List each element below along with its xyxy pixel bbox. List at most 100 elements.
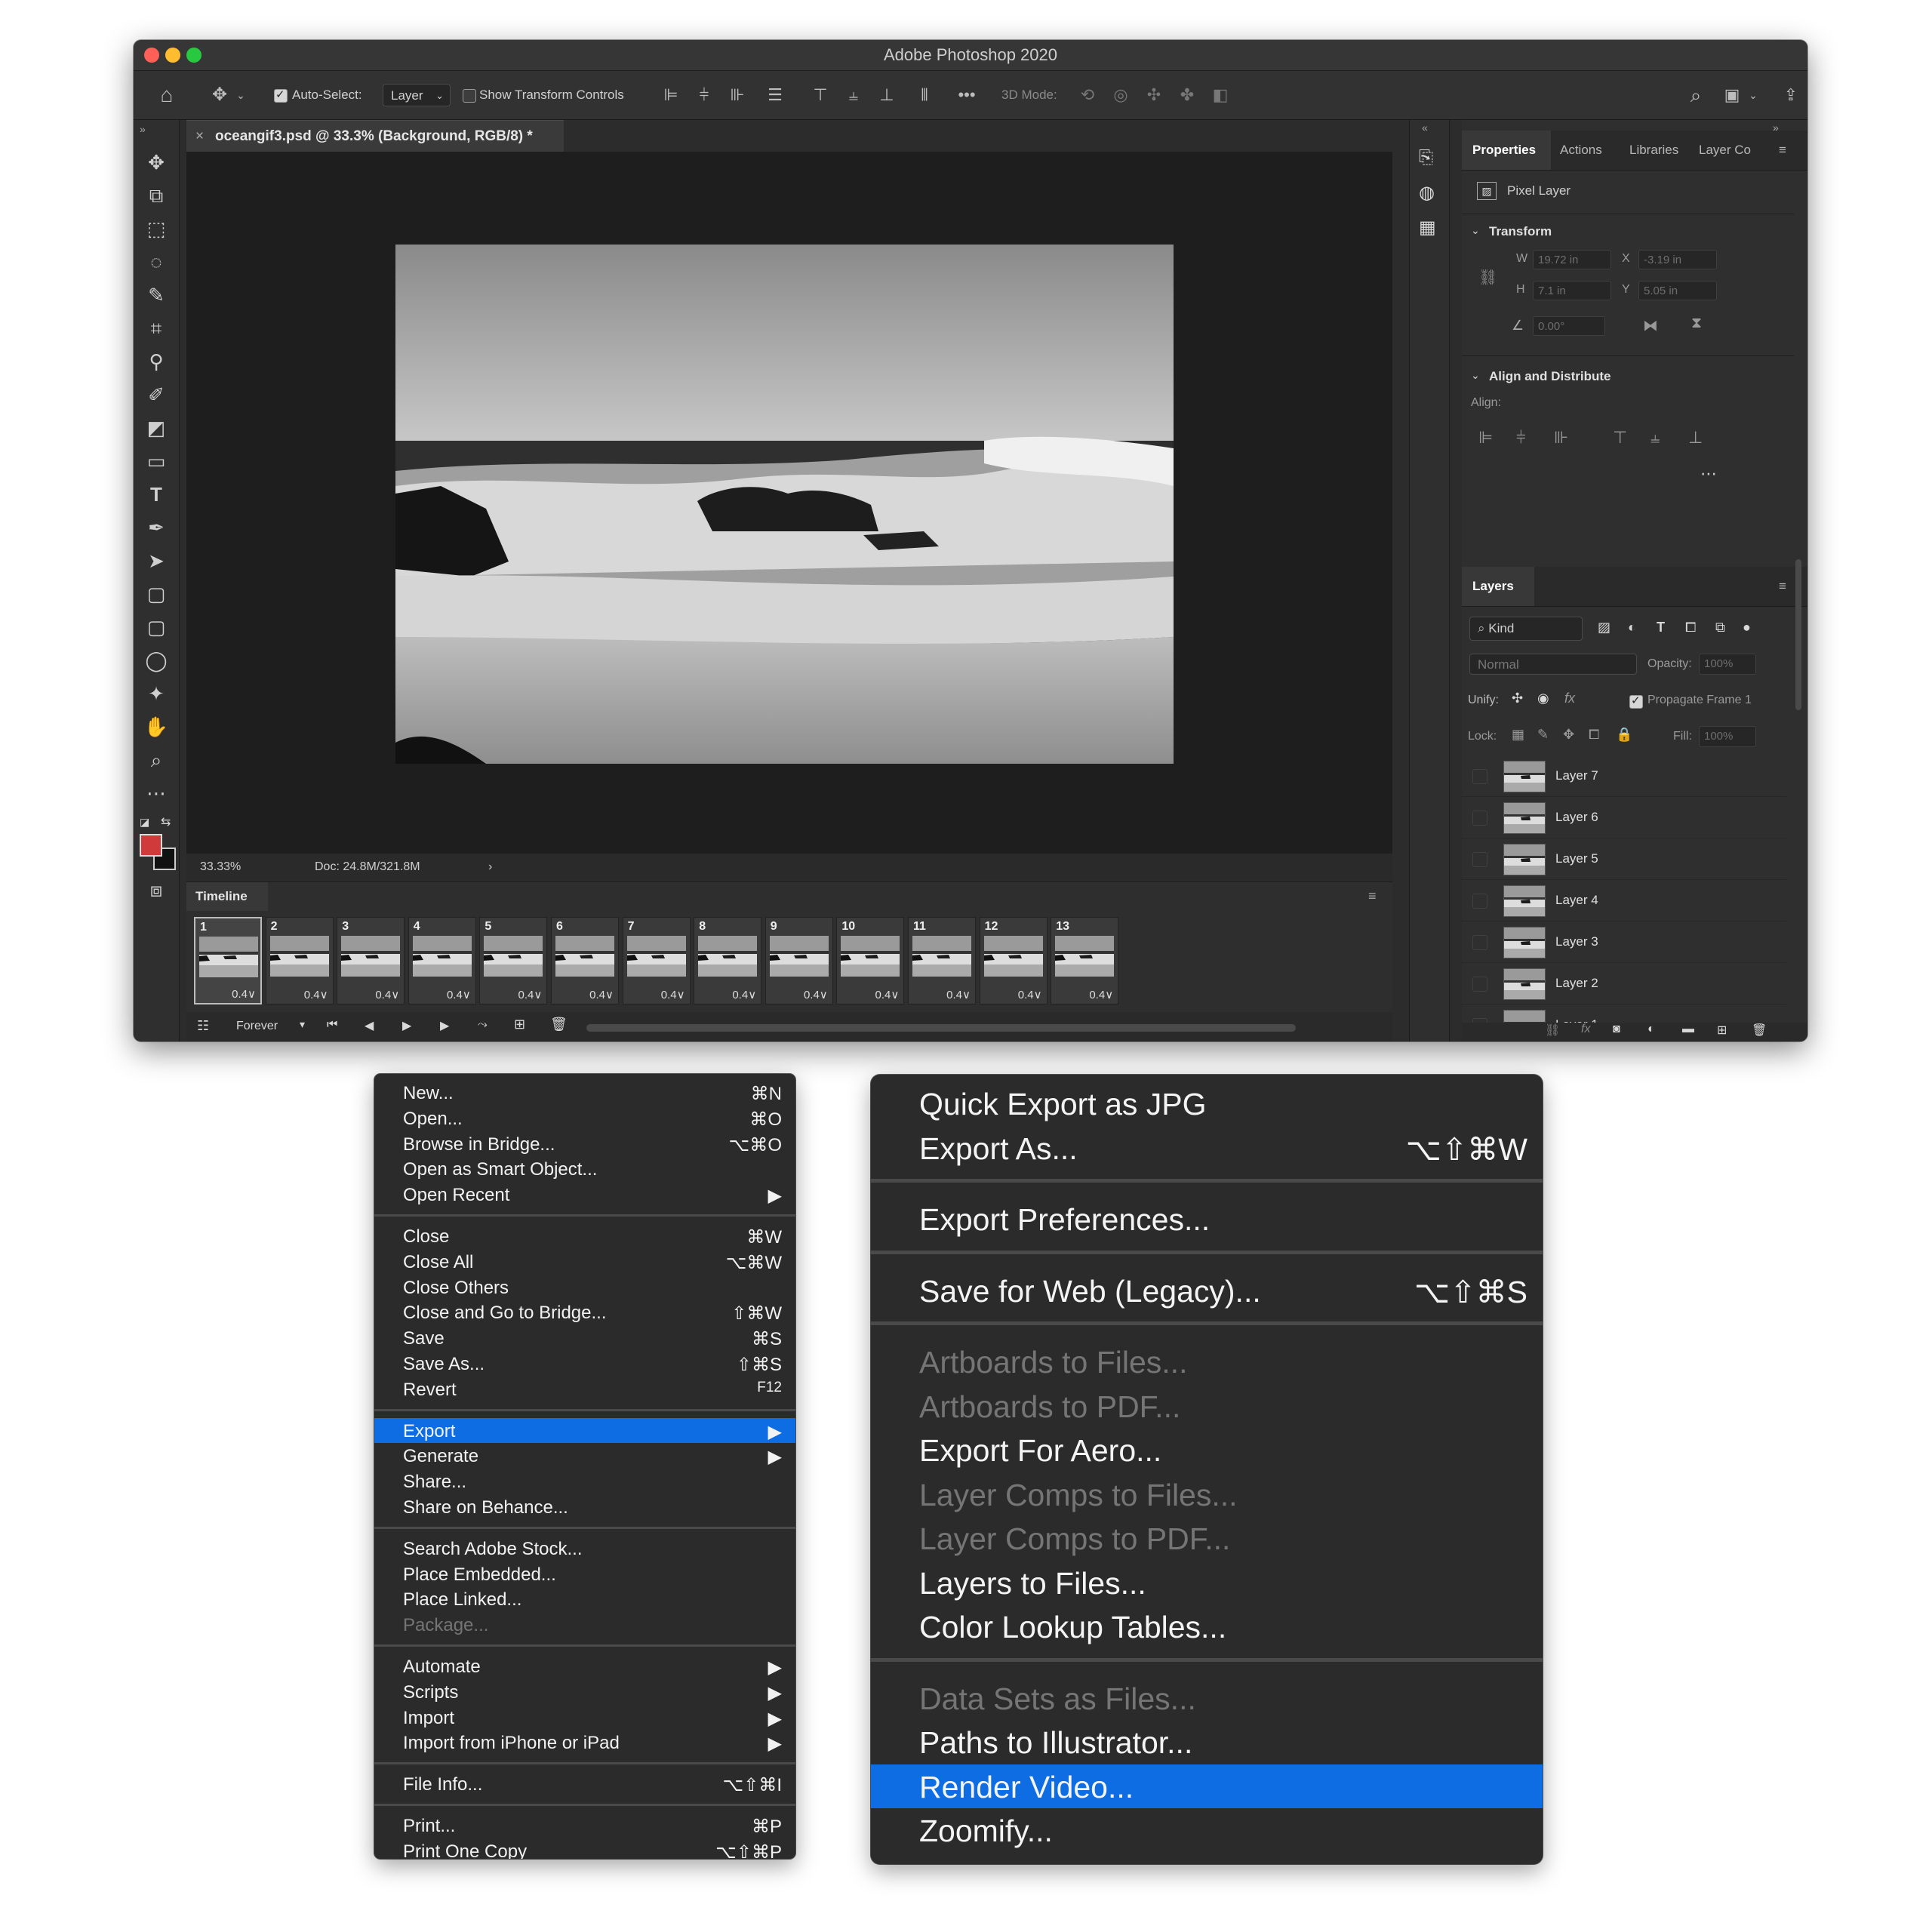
screen-mode-icon[interactable]: ⧈ — [141, 875, 171, 905]
link-layers-icon[interactable]: ⛓ — [1545, 1023, 1560, 1038]
marquee-tool-icon[interactable]: ⬚ — [141, 214, 171, 244]
more-tools-icon[interactable]: ⋯ — [141, 778, 171, 808]
history-icon[interactable]: ⎘ — [1419, 147, 1433, 168]
timeline-frame[interactable]: 8 0.4∨ — [694, 917, 762, 1004]
frame-delay[interactable]: 0.4∨ — [732, 988, 756, 1001]
layer-row[interactable]: Layer 2 — [1462, 963, 1786, 1004]
timeline-frame[interactable]: 13 0.4∨ — [1051, 917, 1119, 1004]
panel-menu-icon[interactable]: ≡ — [1779, 131, 1786, 170]
export-menu-item[interactable]: Paths to Illustrator... — [871, 1720, 1543, 1764]
add-mask-icon[interactable]: ◙ — [1613, 1023, 1620, 1036]
file-menu-item[interactable]: Share on Behance... — [374, 1494, 795, 1520]
adjustment-layer-icon[interactable]: ◐ — [1647, 1023, 1655, 1036]
file-menu-item[interactable]: Print One Copy ⌥⇧⌘P — [374, 1838, 795, 1859]
frame-delay[interactable]: 0.4∨ — [1089, 988, 1113, 1001]
file-menu-item[interactable]: Close ⌘W — [374, 1223, 795, 1249]
fx-icon[interactable]: fx — [1581, 1023, 1590, 1036]
swap-colors-icon[interactable]: ⇆ — [161, 814, 171, 829]
timeline-scrollbar[interactable] — [586, 1024, 1296, 1032]
document-tab[interactable]: × oceangif3.psd @ 33.3% (Background, RGB… — [186, 120, 564, 152]
frame-delay[interactable]: 0.4∨ — [304, 988, 328, 1001]
file-menu-item[interactable]: Save As... ⇧⌘S — [374, 1351, 795, 1377]
file-menu-item[interactable]: Import ▶ — [374, 1705, 795, 1730]
custom-shape-tool-icon[interactable]: ✦ — [141, 678, 171, 709]
frame-delay[interactable]: 0.4∨ — [589, 988, 614, 1001]
timeline-frame[interactable]: 10 0.4∨ — [836, 917, 905, 1004]
file-menu-item[interactable]: Open Recent ▶ — [374, 1182, 795, 1208]
export-menu-item[interactable]: Export As... ⌥⇧⌘W — [871, 1126, 1543, 1171]
file-menu-item[interactable]: File Info... ⌥⇧⌘I — [374, 1771, 795, 1797]
workspace-icon[interactable]: ▣ — [1721, 85, 1743, 106]
tab-layers[interactable]: Layers — [1462, 567, 1534, 606]
timeline-frame[interactable]: 2 0.4∨ — [265, 917, 334, 1004]
file-menu-item[interactable]: Save ⌘S — [374, 1325, 795, 1351]
file-menu-item[interactable]: Close and Go to Bridge... ⇧⌘W — [374, 1300, 795, 1325]
filter-shape-icon[interactable]: ⧠ — [1685, 620, 1696, 635]
file-menu-item[interactable]: Place Linked... — [374, 1586, 795, 1612]
flip-horizontal-icon[interactable]: ⧓ — [1643, 316, 1658, 335]
align-left-icon[interactable]: ⊫ — [1478, 428, 1493, 448]
frame-delay[interactable]: 0.4∨ — [1018, 988, 1042, 1001]
default-colors-icon[interactable]: ◪ — [140, 816, 149, 829]
timeline-frame[interactable]: 1 0.4∨ — [194, 917, 262, 1004]
timeline-frame[interactable]: 6 0.4∨ — [551, 917, 619, 1004]
auto-select-checkbox[interactable] — [274, 88, 288, 103]
align-top-icon[interactable]: ⊤ — [810, 85, 831, 106]
unify-style-icon[interactable]: fx — [1564, 691, 1575, 706]
brush-tool-icon[interactable]: ✐ — [141, 380, 171, 410]
delete-layer-icon[interactable]: 🗑 — [1752, 1023, 1767, 1038]
rectangle-tool-icon[interactable]: ▢ — [141, 579, 171, 609]
zoom-level[interactable]: 33.33% — [200, 854, 241, 881]
frame-delay[interactable]: 0.4∨ — [447, 988, 471, 1001]
frame-delay[interactable]: 0.4∨ — [804, 988, 828, 1001]
auto-select-dropdown[interactable]: Layer ⌄ — [383, 84, 451, 106]
frame-delay[interactable]: 0.4∨ — [518, 988, 543, 1001]
filter-pixel-icon[interactable]: ▨ — [1598, 620, 1611, 635]
3d-orbit-icon[interactable]: ⟲ — [1077, 85, 1098, 106]
more-options-icon[interactable]: ⋯ — [1700, 464, 1717, 484]
align-middle-icon[interactable]: ⫨ — [1651, 428, 1660, 448]
file-menu-item[interactable]: Import from iPhone or iPad ▶ — [374, 1730, 795, 1755]
tab-actions[interactable]: Actions — [1560, 131, 1602, 170]
distribute-icon[interactable]: ☰ — [764, 85, 786, 106]
first-frame-icon[interactable]: ⏮ — [327, 1018, 337, 1032]
play-icon[interactable]: ▶ — [402, 1018, 411, 1033]
opacity-field[interactable]: 100% — [1699, 654, 1756, 675]
export-menu-item[interactable]: Layers to Files... — [871, 1561, 1543, 1605]
fill-field[interactable]: 100% — [1699, 726, 1756, 747]
move-tool-icon[interactable]: ✥ — [141, 147, 171, 177]
chevron-down-icon[interactable]: ⌄ — [1471, 224, 1480, 237]
loop-option[interactable]: Forever — [236, 1020, 278, 1033]
export-menu-item[interactable]: Zoomify... — [871, 1808, 1543, 1853]
color-icon[interactable]: ◍ — [1419, 182, 1435, 204]
3d-roll-icon[interactable]: ◎ — [1110, 85, 1131, 106]
x-field[interactable]: -3.19 in — [1638, 250, 1717, 269]
tween-icon[interactable]: ⤳ — [478, 1018, 488, 1032]
3d-pan-icon[interactable]: ✣ — [1143, 85, 1164, 106]
align-right-icon[interactable]: ⊪ — [1554, 428, 1568, 448]
new-group-icon[interactable]: ▬ — [1682, 1023, 1694, 1036]
lock-all-icon[interactable]: 🔒 — [1616, 727, 1632, 743]
layer-row[interactable]: Layer 3 — [1462, 921, 1786, 963]
tab-libraries[interactable]: Libraries — [1629, 131, 1678, 170]
align-right-icon[interactable]: ⊪ — [727, 85, 748, 106]
layer-row[interactable]: Layer 4 — [1462, 880, 1786, 921]
close-tab-icon[interactable]: × — [195, 121, 204, 152]
zoom-tool-icon[interactable]: ⌕ — [141, 745, 171, 775]
lock-pixels-icon[interactable]: ✎ — [1537, 727, 1549, 743]
tab-properties[interactable]: Properties — [1462, 131, 1551, 170]
swatches-icon[interactable]: ▦ — [1419, 217, 1436, 238]
blend-mode-dropdown[interactable]: Normal — [1469, 654, 1637, 675]
align-center-icon[interactable]: ⫩ — [694, 85, 715, 106]
export-menu-item[interactable]: Color Lookup Tables... — [871, 1604, 1543, 1649]
rounded-rectangle-tool-icon[interactable]: ▢ — [141, 612, 171, 642]
filter-adjustment-icon[interactable]: ◐ — [1628, 620, 1636, 635]
file-menu-item[interactable]: Automate ▶ — [374, 1654, 795, 1679]
filter-smart-object-icon[interactable]: ⧉ — [1715, 620, 1725, 635]
search-icon[interactable]: ⌕ — [1685, 85, 1706, 106]
unify-visibility-icon[interactable]: ◉ — [1537, 691, 1549, 706]
visibility-toggle[interactable] — [1472, 894, 1487, 909]
lasso-tool-icon[interactable]: ◌ — [141, 247, 171, 277]
timeline-frame[interactable]: 7 0.4∨ — [622, 917, 691, 1004]
foreground-color-swatch[interactable] — [140, 834, 162, 857]
